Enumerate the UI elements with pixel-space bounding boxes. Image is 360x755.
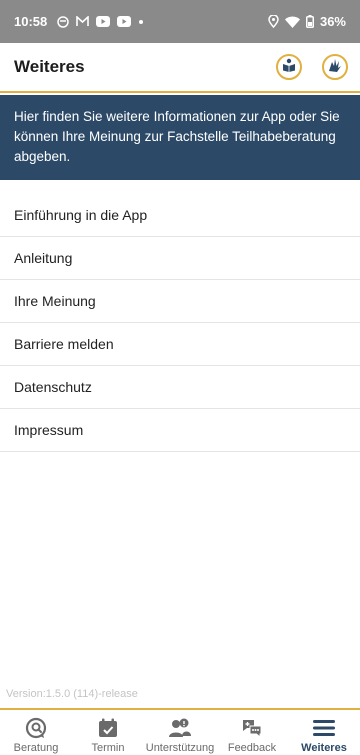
sign-language-icon	[327, 57, 343, 78]
nav-unterstuetzung[interactable]: Unterstützung	[144, 710, 216, 755]
page-title: Weiteres	[14, 57, 85, 76]
menu-item-label: Datenschutz	[14, 379, 92, 395]
youtube-icon	[96, 16, 111, 27]
sign-language-button[interactable]	[322, 54, 348, 80]
info-banner: Hier finden Sie weitere Informationen zu…	[0, 95, 360, 180]
info-banner-text: Hier finden Sie weitere Informationen zu…	[14, 109, 340, 164]
menu-icon	[313, 716, 335, 740]
menu-item-barriere-melden[interactable]: Barriere melden	[0, 323, 360, 366]
nav-label: Feedback	[227, 742, 277, 754]
menu-item-label: Barriere melden	[14, 336, 114, 352]
people-icon	[168, 716, 192, 740]
nav-weiteres[interactable]: Weiteres	[288, 710, 360, 755]
menu-item-impressum[interactable]: Impressum	[0, 409, 360, 452]
dot-icon	[138, 19, 144, 25]
menu-item-label: Ihre Meinung	[14, 293, 96, 309]
nav-label: Termin	[91, 742, 125, 754]
wifi-icon	[284, 16, 300, 28]
menu-item-ihre-meinung[interactable]: Ihre Meinung	[0, 280, 360, 323]
menu-item-label: Einführung in die App	[14, 207, 148, 223]
search-chat-icon	[25, 716, 47, 740]
mask-icon	[57, 15, 69, 28]
status-bar: 10:58 36%	[0, 0, 360, 43]
bottom-navigation: Beratung Termin Unterstützung Feedback W…	[0, 708, 360, 755]
feedback-icon	[241, 716, 263, 740]
nav-label: Weiteres	[301, 742, 347, 754]
menu-item-einfuehrung[interactable]: Einführung in die App	[0, 194, 360, 237]
menu-list: Einführung in die App Anleitung Ihre Mei…	[0, 194, 360, 452]
youtube-icon	[117, 16, 132, 27]
battery-percentage: 36%	[319, 14, 346, 29]
nav-label: Unterstützung	[145, 742, 215, 754]
easy-language-icon	[282, 58, 296, 77]
version-label: Version:1.5.0 (114)-release	[6, 688, 138, 700]
menu-item-label: Anleitung	[14, 250, 73, 266]
calendar-icon	[98, 716, 118, 740]
nav-beratung[interactable]: Beratung	[0, 710, 72, 755]
location-icon	[268, 15, 279, 28]
gmail-icon	[76, 16, 90, 27]
nav-feedback[interactable]: Feedback	[216, 710, 288, 755]
nav-label: Beratung	[13, 742, 59, 754]
menu-item-label: Impressum	[14, 422, 84, 438]
menu-item-datenschutz[interactable]: Datenschutz	[0, 366, 360, 409]
battery-icon	[305, 15, 314, 28]
status-time: 10:58	[14, 14, 48, 29]
easy-language-button[interactable]	[276, 54, 302, 80]
nav-termin[interactable]: Termin	[72, 710, 144, 755]
menu-item-anleitung[interactable]: Anleitung	[0, 237, 360, 280]
app-bar: Weiteres	[0, 43, 360, 93]
